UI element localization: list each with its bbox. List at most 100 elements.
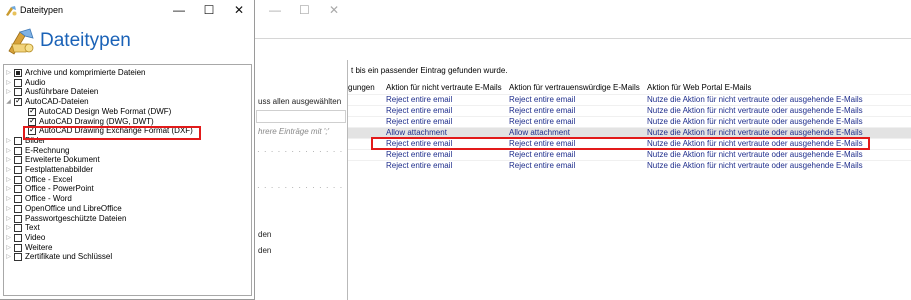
- expand-chevron-icon[interactable]: ▷: [5, 68, 12, 78]
- tree-item[interactable]: ▷ Video: [4, 233, 249, 243]
- tree-item[interactable]: ▷ OpenOffice und LibreOffice: [4, 204, 249, 214]
- tree-item-label: Text: [25, 223, 40, 233]
- tree-checkbox[interactable]: [14, 253, 22, 262]
- table-cell[interactable]: Reject entire email: [509, 117, 575, 126]
- expand-chevron-icon[interactable]: ▷: [5, 165, 12, 175]
- tree-item-label: Festplattenabbilder: [25, 165, 94, 174]
- expand-chevron-icon[interactable]: ▷: [5, 155, 12, 165]
- table-row[interactable]: Reject entire email Reject entire email …: [348, 160, 911, 171]
- page-title: Dateitypen: [40, 30, 131, 51]
- tree-item[interactable]: ▷ Office - Excel: [4, 175, 249, 185]
- tree-item[interactable]: AutoCAD Design Web Format (DWF): [4, 106, 249, 117]
- app-icon: [6, 6, 17, 16]
- table-row[interactable]: Reject entire email Reject entire email …: [348, 149, 911, 160]
- tree-item[interactable]: ▷ Audio: [4, 78, 249, 88]
- tree-checkbox[interactable]: [14, 204, 22, 213]
- file-extension-input-placeholder[interactable]: hrere Einträge mit ';': [258, 127, 329, 136]
- tree-checkbox[interactable]: [14, 233, 22, 242]
- column-header[interactable]: Aktion für nicht vertraute E-Mails: [386, 83, 502, 92]
- expand-chevron-icon[interactable]: ▷: [5, 136, 12, 146]
- table-row[interactable]: Reject entire email Reject entire email …: [348, 105, 911, 116]
- table-cell[interactable]: Reject entire email: [509, 150, 575, 159]
- table-cell[interactable]: Nutze die Aktion für nicht vertraute ode…: [647, 95, 863, 104]
- expand-chevron-icon[interactable]: ▷: [5, 252, 12, 262]
- table-cell[interactable]: Nutze die Aktion für nicht vertraute ode…: [647, 128, 863, 137]
- expand-chevron-icon[interactable]: ◢: [5, 97, 12, 107]
- expand-chevron-icon[interactable]: ▷: [5, 233, 12, 243]
- tree-checkbox[interactable]: [14, 243, 22, 252]
- tree-item-label: Zertifikate und Schlüssel: [25, 252, 113, 262]
- tree-checkbox[interactable]: [14, 136, 22, 145]
- table-cell[interactable]: Reject entire email: [386, 95, 452, 104]
- file-types-icon: [8, 28, 34, 55]
- tree-checkbox[interactable]: [14, 175, 22, 184]
- tree-checkbox[interactable]: [14, 195, 22, 204]
- expand-chevron-icon[interactable]: ▷: [5, 204, 12, 214]
- table-cell[interactable]: Allow attachment: [386, 128, 447, 137]
- tree-checkbox[interactable]: [14, 96, 22, 107]
- expand-chevron-icon[interactable]: ▷: [5, 223, 12, 233]
- tree-checkbox[interactable]: [14, 185, 22, 194]
- table-cell[interactable]: Reject entire email: [509, 161, 575, 170]
- tree-item[interactable]: ▷ Text: [4, 223, 249, 233]
- tree-checkbox[interactable]: [14, 224, 22, 233]
- expand-chevron-icon[interactable]: ▷: [5, 243, 12, 253]
- tree-item-label: Office - Word: [25, 194, 72, 204]
- tree-item[interactable]: AutoCAD Drawing (DWG, DWT): [4, 116, 249, 127]
- table-cell[interactable]: Nutze die Aktion für nicht vertraute ode…: [647, 106, 863, 115]
- tree-checkbox[interactable]: [14, 78, 22, 87]
- tree-item[interactable]: ▷ Office - PowerPoint: [4, 184, 249, 194]
- tree-checkbox[interactable]: [14, 146, 22, 155]
- table-cell[interactable]: Reject entire email: [386, 161, 452, 170]
- column-header[interactable]: gungen: [348, 83, 375, 92]
- expand-chevron-icon[interactable]: ▷: [5, 194, 12, 204]
- tree-item[interactable]: ▷ E-Rechnung: [4, 146, 249, 156]
- tree-item[interactable]: ▷ Zertifikate und Schlüssel: [4, 252, 249, 262]
- maximize-button[interactable]: ☐: [196, 2, 222, 18]
- tree-item[interactable]: ▷ Festplattenabbilder: [4, 165, 249, 175]
- table-row[interactable]: Reject entire email Reject entire email …: [348, 94, 911, 105]
- table-cell[interactable]: Nutze die Aktion für nicht vertraute ode…: [647, 117, 863, 126]
- table-cell[interactable]: Reject entire email: [386, 117, 452, 126]
- expand-chevron-icon[interactable]: ▷: [5, 87, 12, 97]
- tree-item[interactable]: ▷ Weitere: [4, 243, 249, 253]
- table-cell[interactable]: Nutze die Aktion für nicht vertraute ode…: [647, 161, 863, 170]
- expand-chevron-icon[interactable]: ▷: [5, 214, 12, 224]
- info-message: t bis ein passender Eintrag gefunden wur…: [351, 66, 508, 75]
- highlight-box: [23, 126, 201, 140]
- tree-item[interactable]: ▷ Office - Word: [4, 194, 249, 204]
- expand-chevron-icon[interactable]: ▷: [5, 184, 12, 194]
- table-cell[interactable]: Allow attachment: [509, 128, 570, 137]
- tree-item[interactable]: ◢AutoCAD-Dateien: [4, 96, 249, 107]
- tree-item[interactable]: ▷ Archive und komprimierte Dateien: [4, 68, 249, 78]
- tree-item[interactable]: ▷ Erweiterte Dokument: [4, 155, 249, 165]
- table-cell[interactable]: Reject entire email: [509, 106, 575, 115]
- tree-item-label: E-Rechnung: [25, 145, 70, 155]
- close-button[interactable]: ✕: [226, 2, 252, 18]
- expand-chevron-icon[interactable]: ▷: [5, 146, 12, 156]
- minimize-button[interactable]: —: [166, 2, 192, 18]
- tree-checkbox[interactable]: [14, 214, 22, 223]
- tree-checkbox[interactable]: [14, 166, 22, 174]
- table-row[interactable]: Reject entire email Reject entire email …: [348, 116, 911, 127]
- background-titlebar: — ☐ ✕: [255, 0, 911, 22]
- table-cell[interactable]: Reject entire email: [386, 106, 452, 115]
- settings-input[interactable]: [256, 110, 346, 123]
- toolbar-divider: [255, 38, 911, 39]
- column-header[interactable]: Aktion für vertrauenswürdige E-Mails: [509, 83, 640, 92]
- tree-item-label: Office - PowerPoint: [25, 184, 94, 194]
- screen: — ☐ ✕ uss allen ausgewählten den den · ·…: [0, 0, 911, 300]
- table-cell[interactable]: Reject entire email: [509, 95, 575, 104]
- tree-item-label: OpenOffice und LibreOffice: [25, 203, 122, 213]
- tree-checkbox[interactable]: [14, 69, 22, 77]
- expand-chevron-icon[interactable]: ▷: [5, 78, 12, 88]
- tree-checkbox[interactable]: [14, 156, 22, 165]
- settings-label-2: den: [258, 230, 272, 239]
- expand-chevron-icon[interactable]: ▷: [5, 175, 12, 185]
- tree-item[interactable]: ▷ Ausführbare Dateien: [4, 87, 249, 97]
- table-cell[interactable]: Reject entire email: [386, 150, 452, 159]
- column-header[interactable]: Aktion für Web Portal E-Mails: [647, 83, 751, 92]
- tree-item-label: Passwortgeschützte Dateien: [25, 213, 127, 223]
- tree-item[interactable]: ▷ Passwortgeschützte Dateien: [4, 214, 249, 224]
- table-cell[interactable]: Nutze die Aktion für nicht vertraute ode…: [647, 150, 863, 159]
